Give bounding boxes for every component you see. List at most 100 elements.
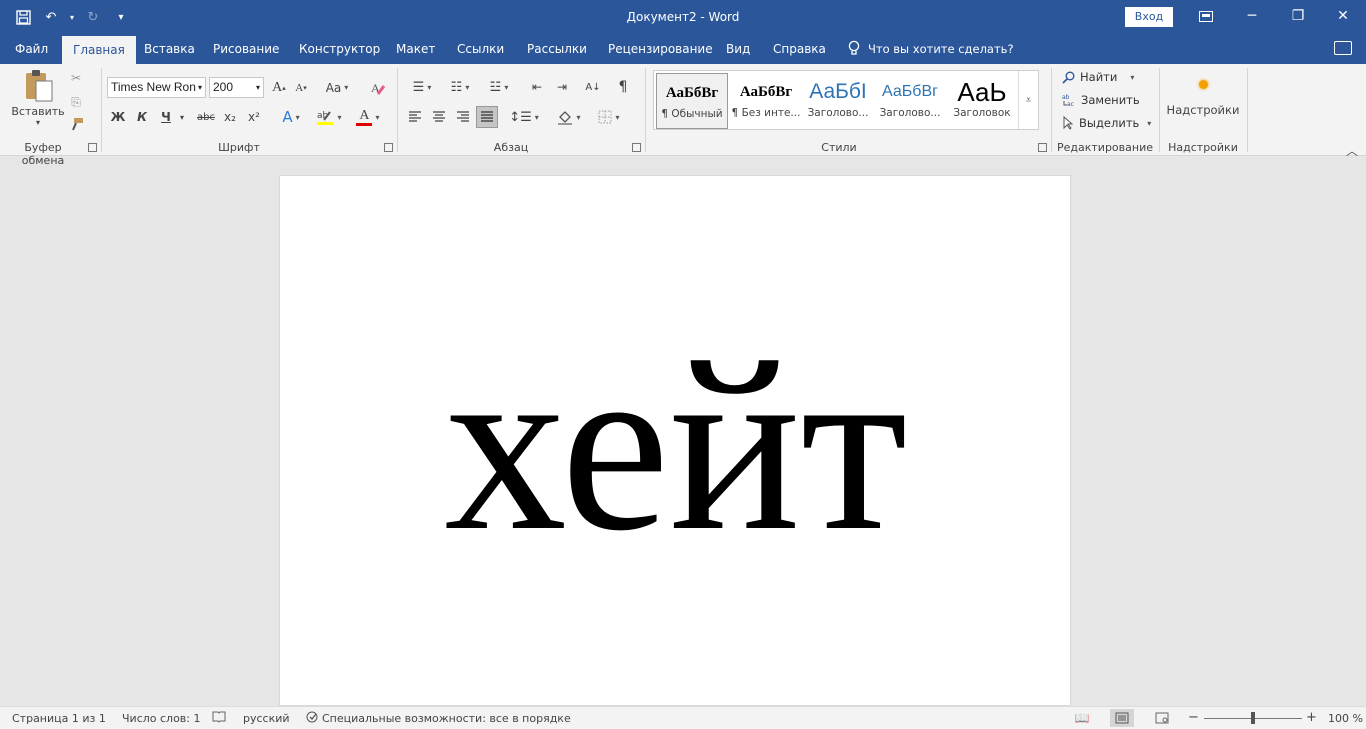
format-painter-icon[interactable] [66,114,86,134]
bullets-icon: ☰ [412,79,425,95]
tab-home[interactable]: Главная [62,36,136,64]
zoom-out-button[interactable]: − [1188,710,1199,725]
bullets-button[interactable]: ☰ ▾ [405,76,439,98]
increase-indent-icon[interactable]: ⇥ [551,76,573,98]
accessibility-status[interactable]: Специальные возможности: все в порядке [322,712,571,725]
strikethrough-button[interactable]: abc [193,106,219,128]
style-title[interactable]: АаЬ Заголовок [946,73,1018,129]
zoom-slider-thumb[interactable] [1251,712,1255,724]
show-marks-button[interactable]: ¶ [612,76,634,98]
styles-more-icon[interactable]: ⩡ [1018,71,1038,129]
separator [397,68,398,152]
style-normal[interactable]: АаБбВг ¶ Обычный [656,73,728,129]
bold-button[interactable]: Ж [109,106,127,128]
web-layout-icon[interactable] [1150,709,1174,727]
grow-font-icon: A [272,79,283,95]
tab-references[interactable]: Ссылки [446,34,515,64]
line-spacing-button[interactable]: ↕☰ ▾ [508,106,540,128]
paste-button[interactable]: Вставить ▾ [10,69,66,137]
multilevel-list-button[interactable]: ☳ ▾ [482,76,516,98]
shrink-font-icon: A [295,81,304,94]
status-bar: Страница 1 из 1 Число слов: 1 русский Сп… [0,706,1366,729]
tab-design[interactable]: Конструктор [288,34,391,64]
font-group-label: Шрифт [218,141,260,154]
font-color-button[interactable]: A ▾ [350,106,386,128]
styles-dialog-launcher-icon[interactable] [1038,143,1047,152]
subscript-button[interactable]: x₂ [219,106,241,128]
addins-button[interactable]: Надстройки [1165,72,1241,128]
restore-button[interactable]: ❐ [1275,0,1321,32]
zoom-level[interactable]: 100 % [1328,712,1363,725]
tab-draw[interactable]: Рисование [202,34,290,64]
editing-group-label: Редактирование [1057,141,1153,154]
change-case-icon: Aa [325,80,342,95]
shrink-font-button[interactable]: A ▾ [292,77,310,98]
tab-layout[interactable]: Макет [385,34,446,64]
borders-button[interactable]: ▾ [592,106,626,128]
shading-button[interactable]: ▾ [552,106,586,128]
accessibility-icon[interactable] [305,710,320,727]
style-no-spacing[interactable]: АаБбВг ¶ Без инте... [730,73,802,129]
align-center-icon[interactable] [428,106,450,128]
paragraph-dialog-launcher-icon[interactable] [632,143,641,152]
minimize-button[interactable]: ─ [1229,0,1275,32]
font-dialog-launcher-icon[interactable] [384,143,393,152]
highlight-button[interactable]: ab ▾ [312,106,346,128]
read-mode-icon[interactable]: 📖 [1070,709,1094,727]
font-name-box[interactable]: Times New Ron ▾ [107,77,206,98]
superscript-button[interactable]: x² [243,106,265,128]
underline-dropdown-icon[interactable]: ▾ [176,106,188,128]
italic-button[interactable]: К [133,106,151,128]
signin-button[interactable]: Вход [1125,7,1173,27]
tell-me-search[interactable]: Что вы хотите сделать? [848,34,1014,64]
text-effects-button[interactable]: A ▾ [275,106,307,128]
page-count[interactable]: Страница 1 из 1 [12,712,106,725]
clear-formatting-button[interactable]: A [366,77,390,98]
tab-insert[interactable]: Вставка [133,34,206,64]
justify-icon[interactable] [476,106,498,128]
change-case-button[interactable]: Aa ▾ [320,77,354,98]
zoom-in-button[interactable]: + [1306,710,1317,725]
replace-icon: abac [1062,94,1074,107]
tab-mailings[interactable]: Рассылки [516,34,598,64]
separator [1247,68,1248,152]
underline-button[interactable]: Ч [157,106,175,128]
proofing-book-icon[interactable] [212,710,226,727]
comments-icon[interactable] [1334,41,1352,55]
document-page[interactable]: хейт [279,175,1071,706]
find-label: Найти [1080,70,1118,84]
font-size-box[interactable]: 200 ▾ [209,77,264,98]
tab-view[interactable]: Вид [715,34,761,64]
paste-label: Вставить [11,105,65,118]
decrease-indent-icon[interactable]: ⇤ [526,76,548,98]
copy-icon[interactable]: ⎘ [66,92,86,112]
document-text[interactable]: хейт [280,323,1072,568]
find-button[interactable]: Найти ▾ [1062,70,1134,84]
collapse-ribbon-icon[interactable]: ︿ [1346,142,1358,159]
style-heading-1[interactable]: АаБбI Заголово... [802,73,874,129]
tab-help[interactable]: Справка [762,34,837,64]
align-right-icon[interactable] [452,106,474,128]
grow-font-button[interactable]: A ▴ [270,77,288,98]
align-left-icon[interactable] [404,106,426,128]
ribbon-display-options-icon[interactable] [1183,0,1229,32]
numbering-button[interactable]: ☷ ▾ [443,76,477,98]
word-count[interactable]: Число слов: 1 [122,712,201,725]
multilevel-list-icon: ☳ [489,79,502,95]
language[interactable]: русский [243,712,290,725]
numbering-icon: ☷ [450,79,463,95]
tab-file[interactable]: Файл [4,34,59,64]
clipboard-dialog-launcher-icon[interactable] [88,143,97,152]
paste-dropdown-icon: ▾ [35,118,40,127]
replace-button[interactable]: ab ac Заменить [1062,93,1140,107]
sort-icon[interactable]: А↓ [582,76,604,98]
select-button[interactable]: Выделить ▾ [1062,116,1151,130]
style-name: ¶ Обычный [661,108,723,120]
tab-review[interactable]: Рецензирование [597,34,724,64]
ribbon-home: Вставить ▾ ✂ ⎘ Буфер обмена Times New Ro… [0,64,1366,167]
clear-formatting-icon: A [371,81,386,95]
style-heading-2[interactable]: АаБбВг Заголово... [874,73,946,129]
close-button[interactable]: ✕ [1320,0,1366,32]
print-layout-icon[interactable] [1110,709,1134,727]
cut-icon[interactable]: ✂ [66,68,86,88]
